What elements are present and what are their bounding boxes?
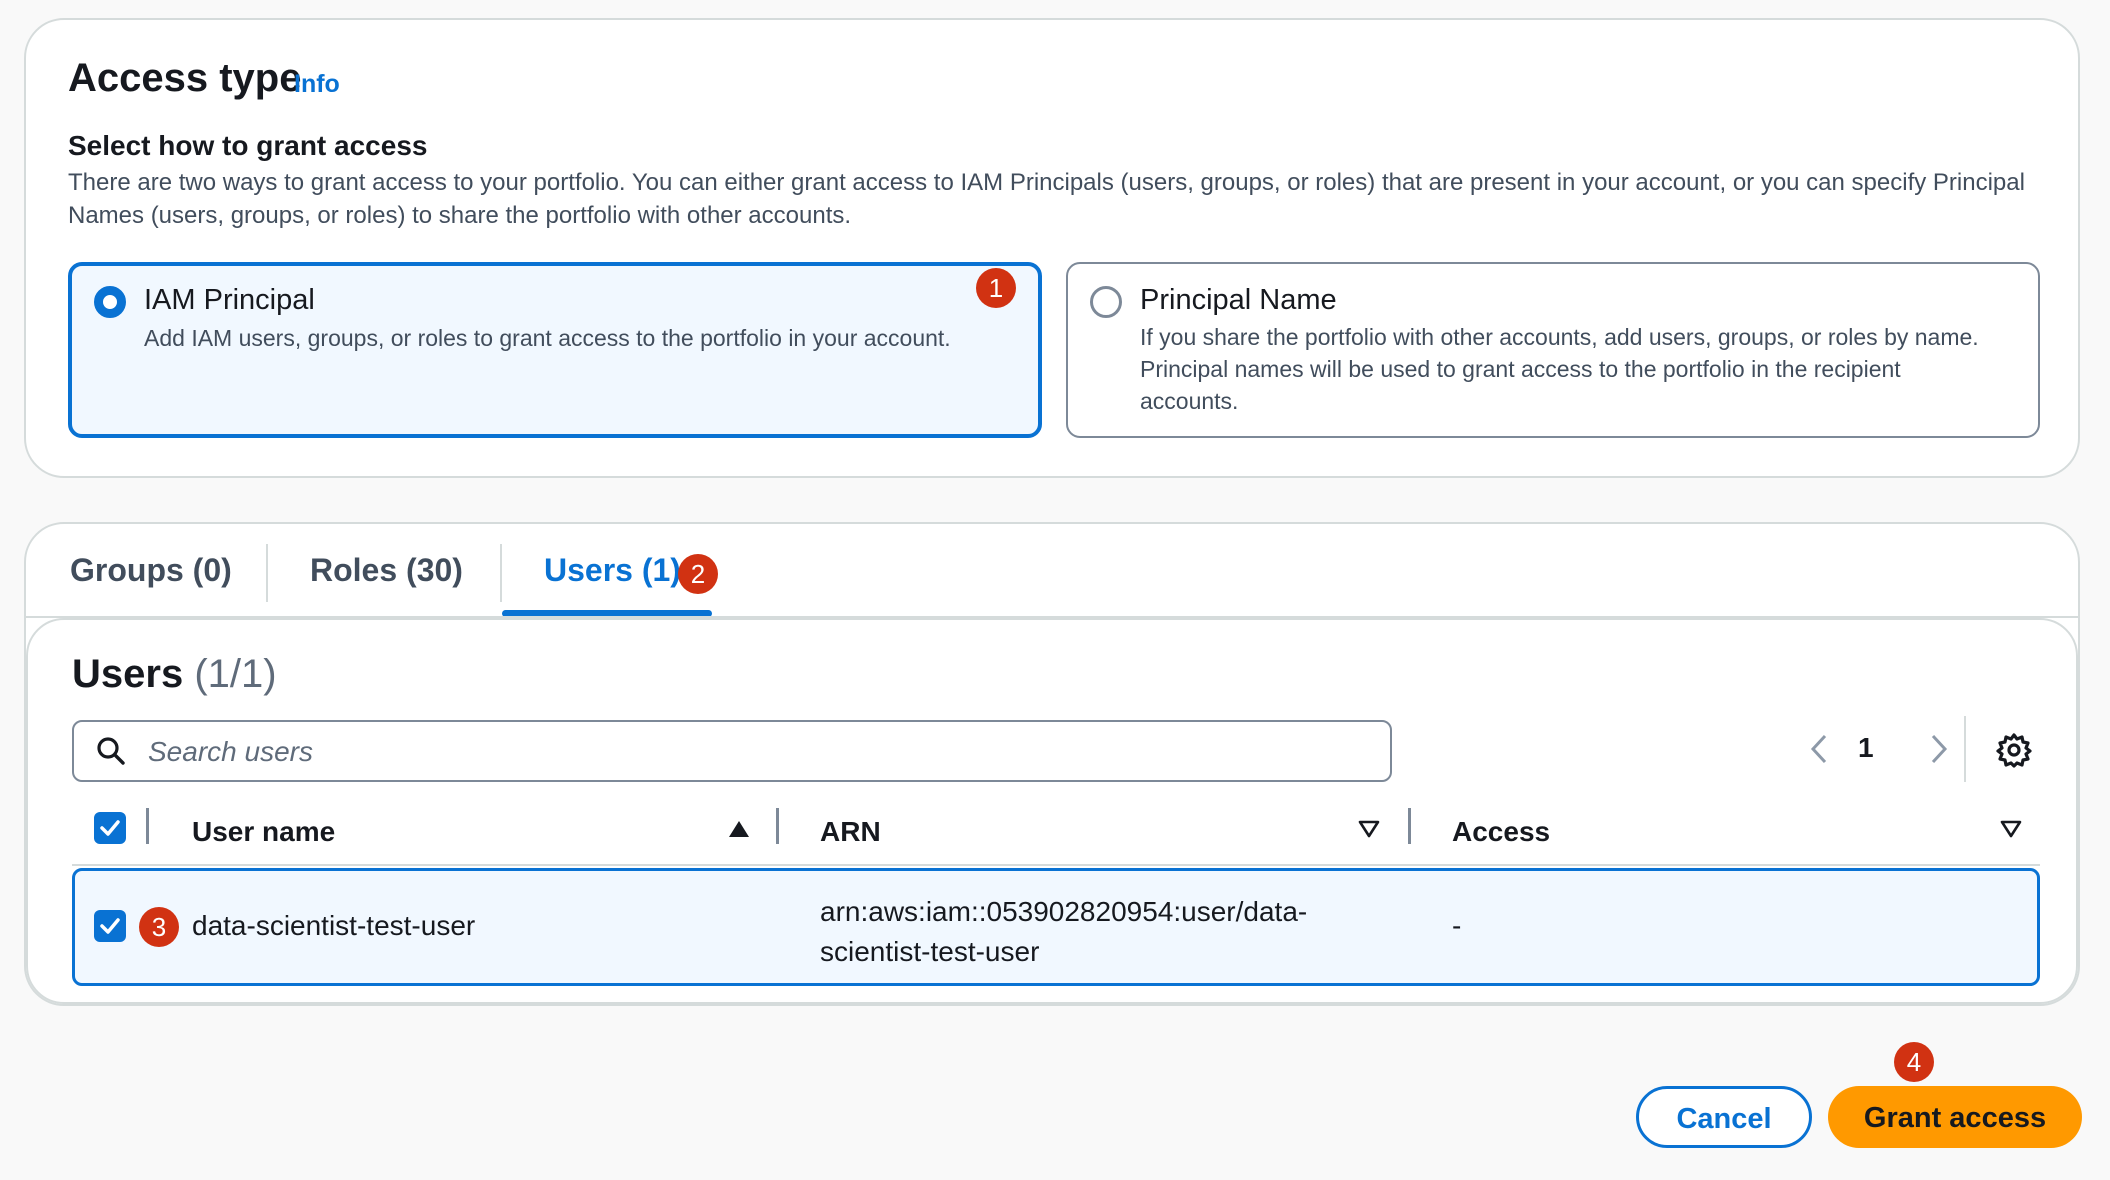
arn-cell: arn:aws:iam::053902820954:user/data- sci… [820, 892, 1307, 972]
sort-ascending-icon[interactable] [728, 820, 750, 838]
page: Access type Info Select how to grant acc… [0, 0, 2110, 1180]
principal-name-label: Principal Name [1140, 284, 1337, 316]
column-separator[interactable] [776, 808, 779, 844]
search-box[interactable] [72, 720, 1392, 782]
iam-principal-description: Add IAM users, groups, or roles to grant… [144, 325, 951, 351]
users-title: Users (1/1) [72, 652, 277, 697]
chevron-left-icon[interactable] [1800, 726, 1840, 772]
page-number[interactable]: 1 [1858, 732, 1874, 764]
table-header-divider [72, 864, 2040, 866]
principal-name-description: If you share the portfolio with other ac… [1140, 324, 1979, 414]
principals-tabs-container: Groups (0) Roles (30) Users (1) 2 Users … [24, 522, 2080, 1006]
sort-descending-icon[interactable] [1358, 820, 1380, 838]
column-header-access[interactable]: Access [1452, 816, 1550, 848]
step-badge-1: 1 [976, 268, 1016, 308]
info-link[interactable]: Info [294, 70, 340, 99]
access-type-title: Access type [68, 56, 302, 100]
column-separator [146, 808, 149, 844]
iam-principal-label: IAM Principal [144, 284, 315, 316]
table-row[interactable]: 3 data-scientist-test-user arn:aws:iam::… [72, 868, 2040, 986]
tab-groups[interactable]: Groups (0) [70, 552, 232, 589]
column-header-arn[interactable]: ARN [820, 816, 881, 848]
step-badge-4: 4 [1894, 1042, 1934, 1082]
access-type-container: Access type Info Select how to grant acc… [24, 18, 2080, 478]
arn-line-1: arn:aws:iam::053902820954:user/data- [820, 896, 1308, 927]
users-count: (1/1) [194, 652, 277, 696]
arn-line-2: scientist-test-user [820, 936, 1040, 967]
search-icon [97, 737, 125, 765]
search-users-input[interactable] [146, 728, 1370, 776]
column-header-user-name[interactable]: User name [192, 816, 335, 848]
tab-divider [266, 544, 268, 602]
gear-icon[interactable] [1996, 732, 2032, 768]
principal-name-option[interactable]: Principal Name If you share the portfoli… [1066, 262, 2040, 438]
users-panel: Users (1/1) 1 [26, 618, 2078, 1004]
iam-principal-option[interactable]: IAM Principal Add IAM users, groups, or … [68, 262, 1042, 438]
row-checkbox[interactable] [94, 910, 126, 942]
grant-access-description: There are two ways to grant access to yo… [68, 169, 2025, 229]
users-title-text: Users [72, 652, 184, 696]
checkmark-icon [100, 918, 120, 934]
pager-divider [1964, 716, 1966, 782]
tab-users[interactable]: Users (1) [544, 552, 681, 589]
tab-divider [500, 544, 502, 602]
sort-descending-icon[interactable] [2000, 820, 2022, 838]
grant-access-button[interactable]: Grant access [1828, 1086, 2082, 1148]
access-cell: - [1452, 910, 1462, 941]
iam-principal-radio[interactable] [94, 286, 126, 318]
user-name-cell: data-scientist-test-user [192, 910, 476, 941]
grant-access-heading: Select how to grant access [68, 130, 428, 161]
column-separator[interactable] [1408, 808, 1411, 844]
chevron-right-icon[interactable] [1918, 726, 1958, 772]
principal-name-radio[interactable] [1090, 286, 1122, 318]
checkmark-icon [100, 820, 120, 836]
cancel-button[interactable]: Cancel [1636, 1086, 1812, 1148]
step-badge-2: 2 [678, 554, 718, 594]
select-all-checkbox[interactable] [94, 812, 126, 844]
tab-roles[interactable]: Roles (30) [310, 552, 463, 589]
step-badge-3: 3 [139, 907, 179, 947]
